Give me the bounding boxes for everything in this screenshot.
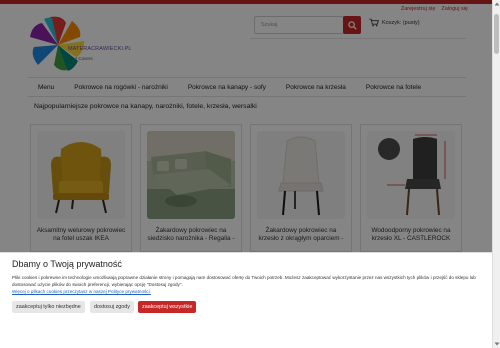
vertical-scrollbar[interactable]: [492, 0, 500, 348]
cookie-text: Pliki cookies i pokrewne im technologie …: [12, 274, 488, 295]
cookie-consent-banner: Dbamy o Twoją prywatność Pliki cookies i…: [0, 252, 492, 348]
cookie-description: Pliki cookies i pokrewne im technologie …: [12, 275, 476, 288]
scroll-down-arrow-icon[interactable]: [494, 341, 500, 347]
cookie-title: Dbamy o Twoją prywatność: [12, 259, 122, 269]
accept-necessary-button[interactable]: zaakceptuj tylko niezbędne: [12, 301, 85, 313]
customize-consent-button[interactable]: dostosuj zgody: [90, 301, 134, 313]
accept-all-button[interactable]: zaakceptuj wszystkie: [138, 301, 197, 313]
scroll-up-arrow-icon[interactable]: [494, 1, 500, 7]
scrollbar-thumb[interactable]: [494, 14, 499, 54]
privacy-policy-link[interactable]: Więcej o plikach cookies przeczytasz w n…: [12, 289, 151, 294]
